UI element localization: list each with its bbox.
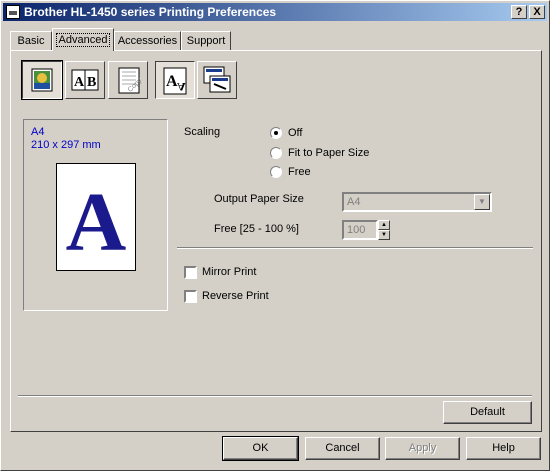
tab-advanced[interactable]: Advanced <box>52 28 114 51</box>
device-options-button[interactable]: A A <box>155 61 195 99</box>
default-button[interactable]: Default <box>443 401 532 424</box>
mirror-print-checkbox[interactable] <box>184 266 197 279</box>
close-button[interactable]: X <box>529 5 545 19</box>
spin-down-icon[interactable]: ▼ <box>378 230 390 240</box>
svg-text:A: A <box>74 75 85 90</box>
preview-page-letter: A <box>65 176 127 269</box>
reverse-print-checkbox[interactable] <box>184 290 197 303</box>
svg-text:B: B <box>87 75 96 90</box>
tab-accessories[interactable]: Accessories <box>114 31 181 50</box>
watermark-button[interactable]: Copy <box>108 61 148 99</box>
window-title: Brother HL-1450 series Printing Preferen… <box>24 5 277 19</box>
cancel-button[interactable]: Cancel <box>305 437 380 460</box>
title-bar[interactable]: Brother HL-1450 series Printing Preferen… <box>3 3 547 21</box>
print-quality-button[interactable] <box>21 60 63 100</box>
scaling-label: Scaling <box>184 126 221 138</box>
scaling-free-label[interactable]: Free <box>288 166 311 178</box>
print-quality-icon <box>31 68 53 92</box>
free-percent-label: Free [25 - 100 %] <box>214 223 299 235</box>
spin-up-icon[interactable]: ▲ <box>378 220 390 230</box>
scaling-off-radio[interactable] <box>270 127 282 139</box>
help-button[interactable]: Help <box>466 437 541 460</box>
printer-icon <box>6 5 20 19</box>
printing-preferences-dialog: Brother HL-1450 series Printing Preferen… <box>0 0 550 471</box>
preview-page: A <box>56 163 136 271</box>
output-paper-size-value: A4 <box>347 196 361 208</box>
paper-preview: A4 210 x 297 mm A <box>23 119 168 311</box>
free-percent-value: 100 <box>347 224 366 236</box>
fit-to-paper-radio[interactable] <box>270 147 282 159</box>
output-paper-size-select[interactable]: A4 ▼ <box>342 192 492 212</box>
paper-size-dimensions: 210 x 297 mm <box>31 139 101 151</box>
ok-button[interactable]: OK <box>222 436 299 461</box>
tab-advanced-label: Advanced <box>55 33 111 47</box>
apply-button[interactable]: Apply <box>385 437 460 460</box>
duplex-button[interactable]: A B <box>65 61 105 99</box>
device-options-icon: A A <box>163 67 187 95</box>
tab-basic[interactable]: Basic <box>10 31 52 50</box>
other-options-icon <box>203 66 231 93</box>
svg-text:A: A <box>177 80 186 94</box>
apply-button-label: Apply <box>408 442 437 454</box>
help-title-button[interactable]: ? <box>511 5 527 19</box>
paper-size-name: A4 <box>31 126 45 138</box>
watermark-icon: Copy <box>118 67 144 94</box>
other-options-button[interactable] <box>197 61 237 99</box>
mirror-print-label[interactable]: Mirror Print <box>202 266 256 278</box>
scaling-off-label[interactable]: Off <box>288 127 302 139</box>
scaling-free-radio[interactable] <box>270 166 282 178</box>
duplex-icon: A B <box>71 69 99 91</box>
reverse-print-label[interactable]: Reverse Print <box>202 290 269 302</box>
free-percent-input[interactable]: 100 <box>342 220 378 240</box>
tab-support[interactable]: Support <box>181 31 231 50</box>
bottom-divider <box>18 395 532 397</box>
output-paper-size-label: Output Paper Size <box>214 193 304 205</box>
fit-to-paper-label[interactable]: Fit to Paper Size <box>288 147 369 159</box>
section-divider <box>177 247 533 249</box>
chevron-down-icon[interactable]: ▼ <box>474 194 490 210</box>
